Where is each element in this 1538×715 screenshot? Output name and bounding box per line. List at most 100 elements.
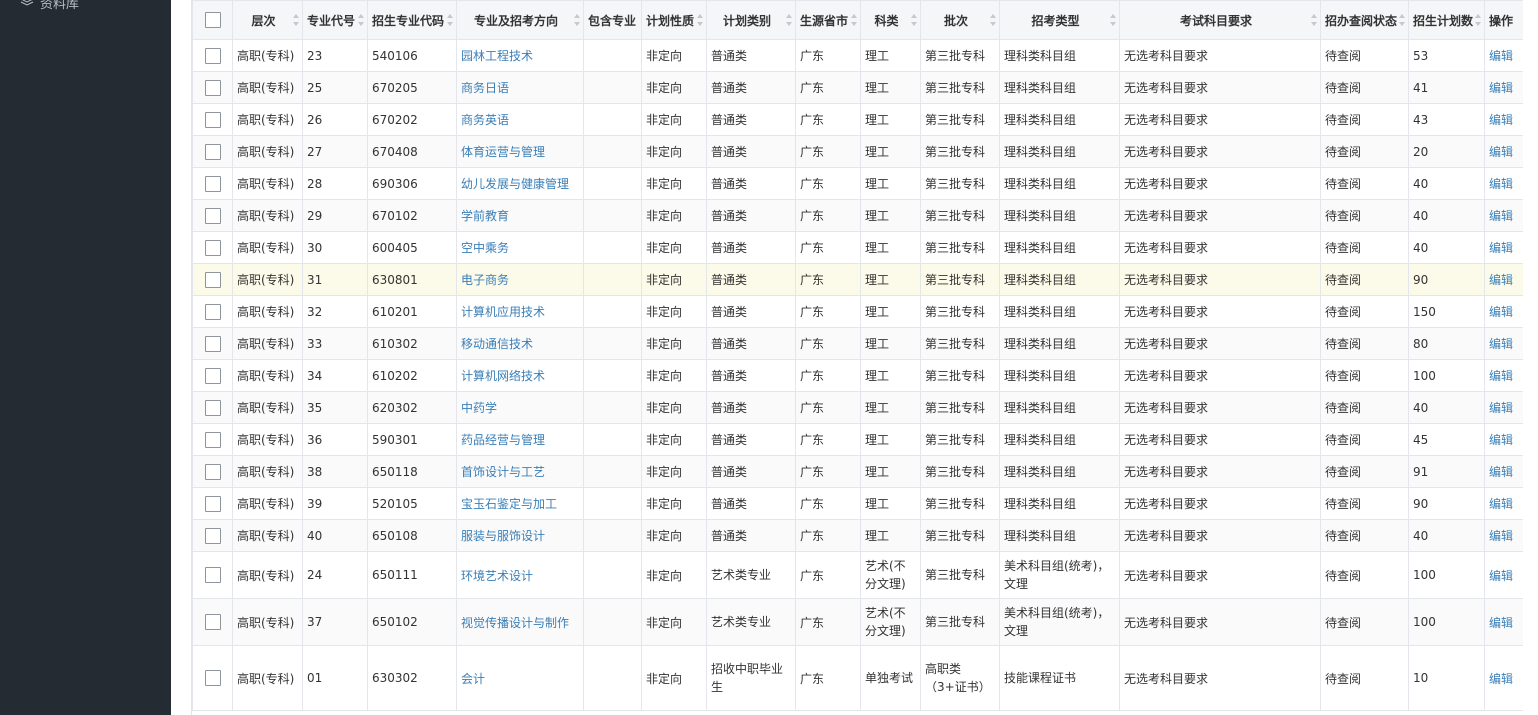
edit-link[interactable]: 编辑 <box>1489 81 1513 95</box>
sort-icon[interactable] <box>1475 14 1481 26</box>
column-header[interactable]: 招生专业代码 <box>367 0 457 40</box>
sort-icon[interactable] <box>447 14 453 26</box>
row-checkbox[interactable] <box>204 79 221 96</box>
edit-link[interactable]: 编辑 <box>1489 337 1513 351</box>
sort-icon[interactable] <box>851 14 857 26</box>
row-checkbox[interactable] <box>204 463 221 480</box>
table-row[interactable]: 高职(专科) 01 630302 会计 非定向 招收中职毕业生 广东 单独考试 高职类（3+证书… <box>192 645 1523 711</box>
edit-link[interactable]: 编辑 <box>1489 369 1513 383</box>
major-link[interactable]: 商务日语 <box>461 81 509 95</box>
row-checkbox[interactable] <box>204 111 221 128</box>
column-header[interactable]: 招办查阅状态 <box>1320 0 1409 40</box>
major-link[interactable]: 首饰设计与工艺 <box>461 465 545 479</box>
row-checkbox[interactable] <box>204 239 221 256</box>
major-link[interactable]: 移动通信技术 <box>461 337 533 351</box>
row-checkbox[interactable] <box>204 431 221 448</box>
edit-link[interactable]: 编辑 <box>1489 241 1513 255</box>
sort-icon[interactable] <box>1110 14 1116 26</box>
row-checkbox[interactable] <box>204 335 221 352</box>
column-header[interactable]: 考试科目要求 <box>1119 0 1321 40</box>
sort-icon[interactable] <box>574 14 580 26</box>
edit-link[interactable]: 编辑 <box>1489 209 1513 223</box>
edit-link[interactable]: 编辑 <box>1489 616 1513 630</box>
sort-icon[interactable] <box>990 14 996 26</box>
table-row[interactable]: 高职(专科) 40 650108 服装与服饰设计 非定向 普通类 广东 理工 第三批专科 理科类科… <box>192 519 1523 552</box>
edit-link[interactable]: 编辑 <box>1489 529 1513 543</box>
table-row[interactable]: 高职(专科) 27 670408 体育运营与管理 非定向 普通类 广东 理工 第三批专科 理科类科… <box>192 135 1523 168</box>
sort-icon[interactable] <box>358 14 364 26</box>
column-header[interactable]: 层次 <box>232 0 303 40</box>
row-checkbox[interactable] <box>204 143 221 160</box>
edit-link[interactable]: 编辑 <box>1489 569 1513 583</box>
edit-link[interactable]: 编辑 <box>1489 497 1513 511</box>
column-header[interactable]: 科类 <box>860 0 921 40</box>
edit-link[interactable]: 编辑 <box>1489 177 1513 191</box>
row-checkbox[interactable] <box>204 495 221 512</box>
row-checkbox[interactable] <box>204 670 221 686</box>
table-row[interactable]: 高职(专科) 37 650102 视觉传播设计与制作 非定向 艺术类专业 广东 艺术(不分文理… <box>192 598 1523 646</box>
table-row[interactable]: 高职(专科) 34 610202 计算机网络技术 非定向 普通类 广东 理工 第三批专科 理科类科… <box>192 359 1523 392</box>
major-link[interactable]: 计算机网络技术 <box>461 369 545 383</box>
major-link[interactable]: 电子商务 <box>461 273 509 287</box>
table-row[interactable]: 高职(专科) 39 520105 宝玉石鉴定与加工 非定向 普通类 广东 理工 第三批专科 理科类… <box>192 487 1523 520</box>
edit-link[interactable]: 编辑 <box>1489 49 1513 63</box>
column-header[interactable]: 专业代号 <box>302 0 368 40</box>
row-checkbox[interactable] <box>204 175 221 192</box>
row-checkbox[interactable] <box>204 271 221 288</box>
column-header[interactable]: 招考类型 <box>999 0 1120 40</box>
major-link[interactable]: 空中乘务 <box>461 241 509 255</box>
edit-link[interactable]: 编辑 <box>1489 305 1513 319</box>
column-header[interactable]: 批次 <box>920 0 1000 40</box>
major-link[interactable]: 视觉传播设计与制作 <box>461 616 569 630</box>
table-row[interactable]: 高职(专科) 28 690306 幼儿发展与健康管理 非定向 普通类 广东 理工 第三批专科 理科… <box>192 167 1523 200</box>
sort-icon[interactable] <box>911 14 917 26</box>
select-all-checkbox[interactable] <box>204 12 221 28</box>
row-checkbox[interactable] <box>204 567 221 583</box>
edit-link[interactable]: 编辑 <box>1489 145 1513 159</box>
table-row[interactable]: 高职(专科) 38 650118 首饰设计与工艺 非定向 普通类 广东 理工 第三批专科 理科类科… <box>192 455 1523 488</box>
table-row[interactable]: 高职(专科) 25 670205 商务日语 非定向 普通类 广东 理工 第三批专科 理科类科目组无… <box>192 71 1523 104</box>
major-link[interactable]: 学前教育 <box>461 209 509 223</box>
table-row[interactable]: 高职(专科) 24 650111 环境艺术设计 非定向 艺术类专业 广东 艺术(不分文理) 第三… <box>192 551 1523 599</box>
column-header[interactable]: 生源省市 <box>795 0 861 40</box>
major-link[interactable]: 幼儿发展与健康管理 <box>461 177 569 191</box>
major-link[interactable]: 体育运营与管理 <box>461 145 545 159</box>
table-row[interactable]: 高职(专科) 30 600405 空中乘务 非定向 普通类 广东 理工 第三批专科 理科类科目组无… <box>192 231 1523 264</box>
sort-icon[interactable] <box>786 14 792 26</box>
row-checkbox[interactable] <box>204 527 221 544</box>
row-checkbox[interactable] <box>204 47 221 64</box>
sort-icon[interactable] <box>293 14 299 26</box>
edit-link[interactable]: 编辑 <box>1489 672 1513 686</box>
major-link[interactable]: 商务英语 <box>461 113 509 127</box>
sort-icon[interactable] <box>697 14 703 26</box>
column-header[interactable]: 招生计划数 <box>1408 0 1485 40</box>
sort-icon[interactable] <box>1399 14 1405 26</box>
edit-link[interactable]: 编辑 <box>1489 433 1513 447</box>
major-link[interactable]: 环境艺术设计 <box>461 569 533 583</box>
edit-link[interactable]: 编辑 <box>1489 401 1513 415</box>
sort-icon[interactable] <box>1311 14 1317 26</box>
row-checkbox[interactable] <box>204 207 221 224</box>
major-link[interactable]: 宝玉石鉴定与加工 <box>461 497 557 511</box>
major-link[interactable]: 园林工程技术 <box>461 49 533 63</box>
table-row[interactable]: 高职(专科) 35 620302 中药学 非定向 普通类 广东 理工 第三批专科 理科类科目组 无选… <box>192 391 1523 424</box>
table-row[interactable]: 高职(专科) 32 610201 计算机应用技术 非定向 普通类 广东 理工 第三批专科 理科类科… <box>192 295 1523 328</box>
table-row[interactable]: 高职(专科) 36 590301 药品经营与管理 非定向 普通类 广东 理工 第三批专科 理科类科… <box>192 423 1523 456</box>
table-row[interactable]: 高职(专科) 23 540106 园林工程技术 非定向 普通类 广东 理工 第三批专科 理科类科目… <box>192 39 1523 72</box>
major-link[interactable]: 中药学 <box>461 401 497 415</box>
row-checkbox[interactable] <box>204 367 221 384</box>
table-row[interactable]: 高职(专科) 33 610302 移动通信技术 非定向 普通类 广东 理工 第三批专科 理科类科目… <box>192 327 1523 360</box>
major-link[interactable]: 计算机应用技术 <box>461 305 545 319</box>
row-checkbox[interactable] <box>204 399 221 416</box>
major-link[interactable]: 会计 <box>461 672 485 686</box>
table-row[interactable]: 高职(专科) 31 630801 电子商务 非定向 普通类 广东 理工 第三批专科 理科类科目组无… <box>192 263 1523 296</box>
major-link[interactable]: 药品经营与管理 <box>461 433 545 447</box>
column-header[interactable]: 计划性质 <box>641 0 707 40</box>
sidebar-item-library[interactable]: 资料库 <box>20 0 79 12</box>
row-checkbox[interactable] <box>204 303 221 320</box>
edit-link[interactable]: 编辑 <box>1489 465 1513 479</box>
major-link[interactable]: 服装与服饰设计 <box>461 529 545 543</box>
edit-link[interactable]: 编辑 <box>1489 273 1513 287</box>
table-row[interactable]: 高职(专科) 26 670202 商务英语 非定向 普通类 广东 理工 第三批专科 理科类科目组无… <box>192 103 1523 136</box>
column-header[interactable]: 计划类别 <box>706 0 796 40</box>
